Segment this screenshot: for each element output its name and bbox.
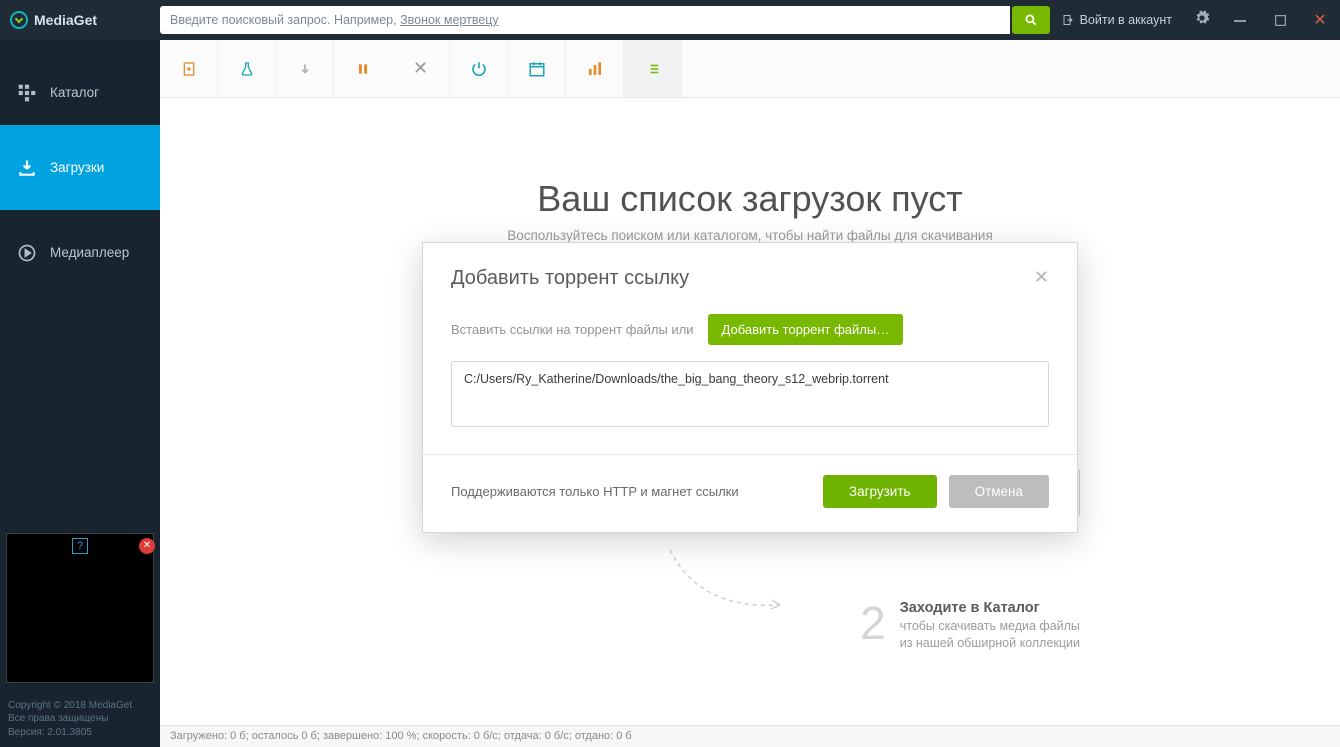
search-button[interactable] [1012,6,1050,34]
minimize-icon [1234,14,1246,26]
flask-icon [239,59,255,79]
sidebar: Каталог Загрузки Медиаплеер ? ✕ Copyrigh… [0,40,160,747]
maximize-icon [1275,15,1286,26]
maximize-button[interactable] [1260,0,1300,40]
close-icon: ✕ [1313,10,1326,30]
download-icon [16,158,38,178]
close-ad-button[interactable]: ✕ [139,538,155,554]
empty-subtitle: Воспользуйтесь поиском или каталогом, чт… [507,228,993,243]
main-panel: ✕ Ваш список загрузок пуст Воспользуйтес… [160,40,1340,747]
list-icon [644,62,662,76]
remove-button[interactable]: ✕ [392,40,450,97]
settings-button[interactable] [1184,10,1220,31]
sidebar-item-catalog[interactable]: Каталог [0,40,160,125]
modal-hint: Поддерживаются только HTTP и магнет ссыл… [451,484,739,499]
empty-title: Ваш список загрузок пуст [537,178,962,220]
minimize-button[interactable] [1220,0,1260,40]
stats-button[interactable] [566,40,624,97]
app-logo: MediaGet [0,11,160,29]
play-icon [16,243,38,263]
window-controls: ✕ [1220,0,1340,40]
sidebar-item-downloads[interactable]: Загрузки [0,125,160,210]
status-text: Загружено: 0 б; осталось 0 б; завершено:… [170,730,632,742]
bars-icon [586,61,604,77]
sidebar-footer: Copyright © 2018 MediaGet Все права защи… [0,693,160,747]
pause-button[interactable] [334,40,392,97]
search-input[interactable] [160,13,1010,27]
arrow-down-icon [298,60,312,78]
download-button[interactable] [276,40,334,97]
add-torrent-files-button[interactable]: Добавить торрент файлы… [708,314,904,345]
modal-close-button[interactable]: ✕ [1034,267,1049,288]
sidebar-item-mediaplayer[interactable]: Медиаплеер [0,210,160,295]
logo-icon [10,11,28,29]
copyright-text: Copyright © 2018 MediaGet [8,699,152,713]
app-name: MediaGet [34,12,97,28]
rights-text: Все права защищены [8,712,152,726]
sidebar-item-label: Каталог [50,85,99,100]
schedule-button[interactable] [508,40,566,97]
status-bar: Загружено: 0 б; осталось 0 б; завершено:… [160,725,1340,747]
lab-button[interactable] [218,40,276,97]
help-icon[interactable]: ? [72,538,88,554]
pause-icon [356,61,370,77]
step-title: Заходите в Каталог [900,600,1080,616]
login-button[interactable]: Войти в аккаунт [1050,13,1184,27]
modal-title: Добавить торрент ссылку [451,267,689,290]
catalog-icon [16,83,38,103]
power-button[interactable] [450,40,508,97]
step-line-2: из нашей обширной коллекции [900,636,1080,650]
list-button[interactable] [624,40,682,97]
add-torrent-modal: Добавить торрент ссылку ✕ Вставить ссылк… [422,242,1078,533]
calendar-icon [528,60,546,78]
arrow-decoration [660,540,790,620]
version-text: Версия: 2.01.3805 [8,726,152,740]
login-label: Войти в аккаунт [1080,13,1172,27]
login-icon [1062,13,1074,27]
sidebar-ad-panel: ? ✕ [6,533,154,683]
toolbar: ✕ [160,40,1340,98]
load-button[interactable]: Загрузить [823,475,937,508]
sidebar-item-label: Загрузки [50,160,104,175]
search-field[interactable]: Введите поисковый запрос. Например, Звон… [160,6,1010,34]
gear-icon [1194,10,1210,26]
torrent-link-textarea[interactable] [451,361,1049,427]
add-file-icon [181,59,197,79]
close-window-button[interactable]: ✕ [1300,0,1340,40]
step-2: 2 Заходите в Каталог чтобы скачивать мед… [860,600,1080,650]
x-icon: ✕ [413,58,428,79]
step-line-1: чтобы скачивать медиа файлы [900,619,1080,633]
power-icon [470,60,488,78]
search-icon [1024,13,1038,27]
sidebar-item-label: Медиаплеер [50,245,129,260]
insert-label: Вставить ссылки на торрент файлы или [451,322,694,337]
step-number: 2 [860,600,886,646]
add-torrent-button[interactable] [160,40,218,97]
title-bar: MediaGet Введите поисковый запрос. Напри… [0,0,1340,40]
cancel-button[interactable]: Отмена [949,475,1049,508]
